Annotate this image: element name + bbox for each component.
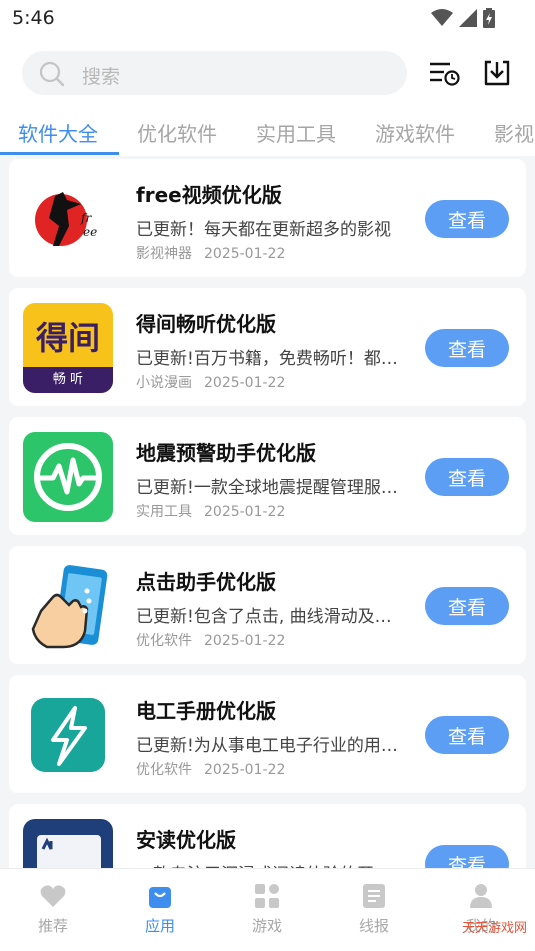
app-date: 2025-01-22: [204, 375, 286, 391]
app-list: fr ee free视频优化版 已更新！每天都在更新超多的影视 影视神器 2025-…: [0, 156, 535, 868]
list-item[interactable]: 得间 畅 听 得间畅听优化版 已更新!百万书籍，免费畅听！都在这里 小说漫画 20…: [9, 288, 526, 406]
nav-games[interactable]: 游戏: [227, 881, 307, 936]
header: 搜索 软件大全 优化软件 实用工具 游戏软件 影视: [0, 38, 535, 156]
app-title: 点击助手优化版: [136, 570, 276, 594]
app-category: 优化软件: [136, 633, 192, 649]
app-title: 电工手册优化版: [136, 699, 276, 723]
category-tabs: 软件大全 优化软件 实用工具 游戏软件 影视: [0, 116, 535, 156]
nav-label: 应用: [144, 917, 175, 935]
nav-apps[interactable]: 应用: [120, 881, 200, 936]
search-input[interactable]: 搜索: [22, 51, 407, 95]
history-list-icon: [430, 62, 460, 86]
wifi-icon: [431, 9, 453, 26]
dejian-app-icon: 得间 畅 听: [23, 303, 113, 393]
nav-news[interactable]: 线报: [334, 881, 414, 936]
app-description: 已更新!百万书籍，免费畅听！都在这里: [136, 349, 406, 369]
app-date: 2025-01-22: [204, 633, 286, 649]
grid-icon: [255, 884, 279, 908]
app-meta: 小说漫画 2025-01-22: [136, 372, 285, 392]
search-icon: [39, 61, 65, 87]
app-date: 2025-01-22: [204, 246, 286, 262]
app-category: 影视神器: [136, 246, 192, 262]
search-placeholder: 搜索: [82, 66, 121, 88]
svg-text:ee: ee: [83, 225, 97, 239]
tab-game-software[interactable]: 游戏软件: [375, 118, 455, 147]
svg-text:fr: fr: [80, 211, 92, 225]
nav-label: 游戏: [251, 917, 282, 935]
download-button[interactable]: [480, 56, 514, 90]
app-meta: 实用工具 2025-01-22: [136, 501, 285, 521]
view-button[interactable]: 查看: [425, 458, 509, 496]
dejian-icon-subtext: 畅 听: [23, 367, 113, 393]
download-icon: [484, 60, 510, 86]
app-meta: 优化软件 2025-01-22: [136, 630, 285, 650]
app-description: 已更新!为从事电工电子行业的用户提供: [136, 736, 406, 756]
andu-app-icon: [23, 819, 113, 868]
app-title: 得间畅听优化版: [136, 312, 276, 336]
history-button[interactable]: [427, 56, 461, 90]
click-assistant-app-icon: [23, 561, 113, 651]
user-icon: [470, 884, 492, 908]
app-date: 2025-01-22: [204, 504, 286, 520]
app-category: 实用工具: [136, 504, 192, 520]
dejian-icon-text: 得间: [35, 319, 100, 357]
list-item[interactable]: 地震预警助手优化版 已更新!一款全球地震提醒管理服务软件 实用工具 2025-01…: [9, 417, 526, 535]
tab-utility-tools[interactable]: 实用工具: [256, 118, 336, 147]
list-item[interactable]: 点击助手优化版 已更新!包含了点击, 曲线滑动及更多 优化软件 2025-01-2…: [9, 546, 526, 664]
list-item[interactable]: 电工手册优化版 已更新!为从事电工电子行业的用户提供 优化软件 2025-01-2…: [9, 675, 526, 793]
app-description: 已更新！每天都在更新超多的影视: [136, 220, 391, 240]
list-item[interactable]: 安读优化版 一款专注于沉浸式阅读体验的开 查看: [9, 804, 526, 868]
status-bar: 5:46: [0, 0, 535, 38]
heart-icon: [40, 885, 66, 907]
bottom-navigation: 推荐 应用 游戏 线报 我的 天天游戏网: [0, 868, 535, 951]
view-button[interactable]: 查看: [425, 716, 509, 754]
app-bag-icon: [149, 887, 171, 908]
app-category: 优化软件: [136, 762, 192, 778]
status-icons: [431, 8, 495, 28]
app-description: 已更新!一款全球地震提醒管理服务软件: [136, 478, 406, 498]
nav-label: 推荐: [37, 917, 68, 935]
battery-icon: [483, 8, 495, 28]
watermark: 天天游戏网: [461, 921, 527, 936]
view-button[interactable]: 查看: [425, 587, 509, 625]
tab-all-software[interactable]: 软件大全: [18, 118, 98, 147]
app-date: 2025-01-22: [204, 762, 286, 778]
app-description: 已更新!包含了点击, 曲线滑动及更多: [136, 607, 406, 627]
free-video-app-icon: fr ee: [23, 174, 113, 264]
list-item[interactable]: fr ee free视频优化版 已更新！每天都在更新超多的影视 影视神器 2025-…: [9, 159, 526, 277]
tab-video[interactable]: 影视: [494, 118, 534, 147]
app-title: 地震预警助手优化版: [136, 441, 316, 465]
view-button[interactable]: 查看: [425, 200, 509, 238]
electrician-manual-app-icon: [23, 690, 113, 780]
view-button[interactable]: 查看: [425, 329, 509, 367]
app-title: free视频优化版: [136, 183, 282, 207]
nav-recommend[interactable]: 推荐: [13, 881, 93, 936]
active-tab-indicator: [0, 152, 119, 155]
app-meta: 影视神器 2025-01-22: [136, 243, 285, 263]
earthquake-app-icon: [23, 432, 113, 522]
news-icon: [363, 884, 385, 908]
app-title: 安读优化版: [136, 828, 236, 852]
app-description: 一款专注于沉浸式阅读体验的开: [136, 860, 406, 868]
view-button[interactable]: 查看: [425, 845, 509, 868]
app-category: 小说漫画: [136, 375, 192, 391]
signal-icon: [459, 9, 477, 27]
tab-optimized-software[interactable]: 优化软件: [137, 118, 217, 147]
app-meta: 优化软件 2025-01-22: [136, 759, 285, 779]
nav-label: 线报: [358, 917, 389, 935]
status-time: 5:46: [12, 7, 55, 29]
